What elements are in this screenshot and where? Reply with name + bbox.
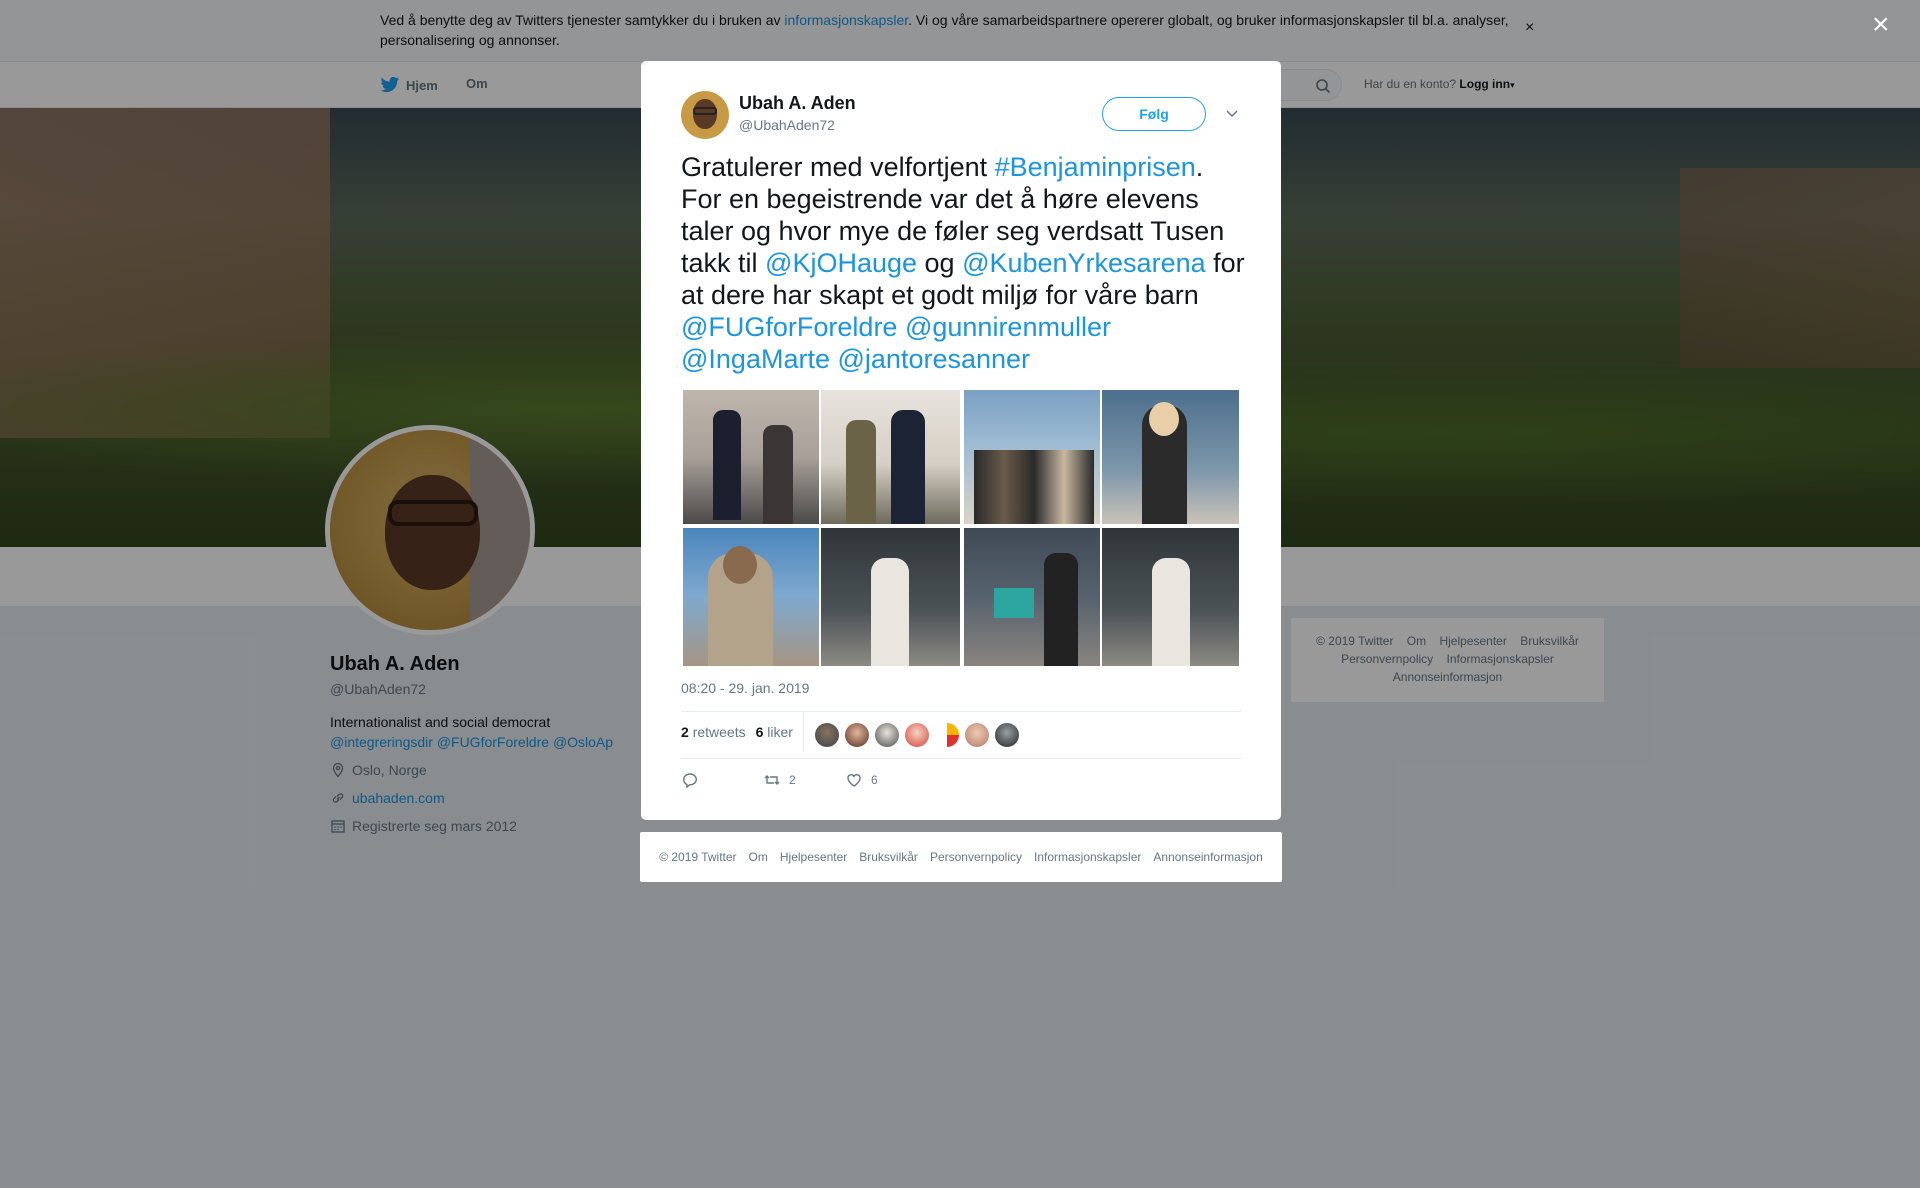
mention-link[interactable]: @jantoresanner: [838, 344, 1031, 374]
tweet-modal: Ubah A. Aden @UbahAden72 Følg Gratulerer…: [641, 61, 1281, 820]
tweet-photo[interactable]: [1100, 388, 1241, 526]
tweet-author-handle[interactable]: @UbahAden72: [739, 117, 835, 133]
mention-link[interactable]: @FUGforForeldre: [681, 312, 897, 342]
retweet-icon: [764, 775, 780, 785]
retweets-stat[interactable]: 2 retweets: [681, 724, 746, 740]
tweet-photo[interactable]: [819, 388, 962, 526]
mention-link[interactable]: @gunnirenmuller: [905, 312, 1111, 342]
tweet-photo[interactable]: [681, 526, 821, 668]
retweet-button[interactable]: 2: [763, 771, 845, 789]
liker-avatar[interactable]: [935, 723, 959, 747]
heart-icon: [847, 774, 861, 787]
tweet-photo[interactable]: [819, 526, 962, 668]
tweet-timestamp[interactable]: 08:20 - 29. jan. 2019: [681, 680, 809, 696]
likes-stat[interactable]: 6 liker: [756, 724, 793, 740]
modal-footer: © 2019 Twitter Om Hjelpesenter Bruksvilk…: [640, 832, 1282, 882]
footer-copyright: © 2019 Twitter: [659, 850, 737, 864]
footer-link-help[interactable]: Hjelpesenter: [780, 850, 847, 864]
divider: [681, 758, 1241, 759]
tweet-actions: 2 6: [681, 771, 878, 789]
tweet-photo[interactable]: [1100, 526, 1241, 668]
tweet-avatar[interactable]: [681, 91, 729, 139]
follow-button[interactable]: Følg: [1102, 97, 1206, 131]
reply-icon: [682, 773, 698, 789]
liker-avatar[interactable]: [845, 723, 869, 747]
hashtag-link[interactable]: #Benjaminprisen: [995, 152, 1196, 182]
footer-link-about[interactable]: Om: [749, 850, 768, 864]
modal-close-button[interactable]: ×: [1872, 10, 1890, 40]
liker-avatar[interactable]: [995, 723, 1019, 747]
divider: [803, 712, 804, 752]
tweet-stats: 2 retweets 6 liker: [681, 724, 793, 740]
like-button[interactable]: 6: [845, 771, 878, 789]
tweet-text: Gratulerer med velfortjent #Benjaminpris…: [681, 152, 1245, 374]
liker-avatar[interactable]: [875, 723, 899, 747]
divider: [681, 711, 1241, 712]
mention-link[interactable]: @KubenYrkesarena: [962, 248, 1206, 278]
likers-avatars: [815, 723, 1019, 747]
footer-link-terms[interactable]: Bruksvilkår: [859, 850, 918, 864]
tweet-photo-grid: [681, 388, 1241, 668]
chevron-down-icon[interactable]: [1224, 105, 1240, 121]
footer-link-privacy[interactable]: Personvernpolicy: [930, 850, 1022, 864]
reply-button[interactable]: [681, 771, 763, 789]
tweet-author-name[interactable]: Ubah A. Aden: [739, 93, 856, 114]
mention-link[interactable]: @KjOHauge: [765, 248, 917, 278]
tweet-photo[interactable]: [962, 526, 1102, 668]
liker-avatar[interactable]: [815, 723, 839, 747]
mention-link[interactable]: @IngaMarte: [681, 344, 830, 374]
liker-avatar[interactable]: [965, 723, 989, 747]
liker-avatar[interactable]: [905, 723, 929, 747]
tweet-photo[interactable]: [962, 388, 1102, 526]
footer-link-ads[interactable]: Annonseinformasjon: [1153, 850, 1262, 864]
tweet-photo[interactable]: [681, 388, 821, 526]
footer-link-cookies[interactable]: Informasjonskapsler: [1034, 850, 1141, 864]
